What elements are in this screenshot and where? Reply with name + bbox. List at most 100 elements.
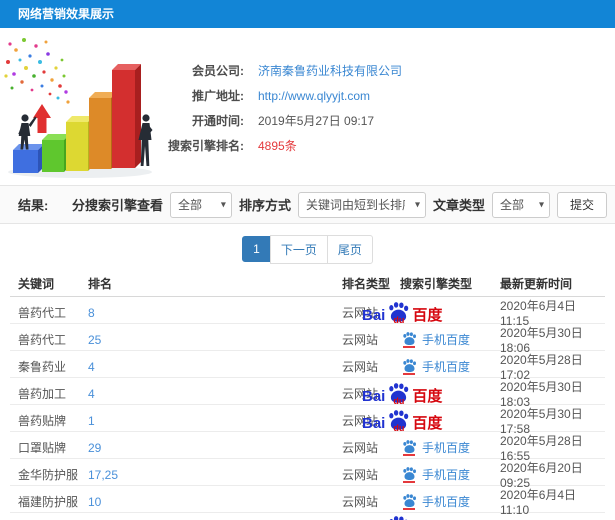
info-row: 搜索引擎排名: 4895条: [158, 133, 605, 158]
mobile-baidu-paw-icon: [402, 332, 417, 348]
column-header: 关键词: [18, 277, 55, 291]
info-value-link[interactable]: 济南秦鲁药业科技有限公司: [258, 62, 402, 79]
rank-link[interactable]: 29: [88, 441, 342, 455]
info-value: 4895条: [258, 139, 297, 153]
baidu-paw-icon: du: [386, 410, 411, 433]
mobile-baidu-label: 手机百度: [422, 333, 471, 347]
rank-link[interactable]: 1: [88, 414, 342, 428]
bar-red: [112, 64, 141, 168]
table-row: 兽药代工 25 云网站 手机百度 2020年5月30日 18:06: [10, 324, 605, 355]
sort-select[interactable]: 关键词由短到长排序: [297, 191, 426, 218]
column-header: 最新更新时间: [500, 277, 573, 291]
baidu-logo: Bai du 百度: [362, 302, 443, 325]
mobile-baidu-label: 手机百度: [422, 360, 471, 374]
info-row: 开通时间: 2019年5月27日 09:17: [158, 108, 605, 133]
column-header: 排名: [88, 277, 113, 291]
info-value-link[interactable]: http://www.qlyyjt.com: [258, 89, 370, 103]
results-table: 关键词 排名 排名类型 搜索引擎类型 最新更新时间 兽药代工 8 云网站 Bai du …: [10, 271, 605, 520]
article-select-wrap: 全部: [491, 191, 550, 218]
table-row: 福建防护服 10 云网站 手机百度 2020年6月4日 11:10: [10, 486, 605, 517]
baidu-logo-bai-text: Bai: [362, 415, 386, 432]
pager-item[interactable]: 尾页: [326, 234, 373, 264]
info-label: 推广地址:: [192, 89, 244, 103]
mobile-baidu-paw-icon: [402, 494, 417, 510]
article-select[interactable]: 全部: [491, 191, 550, 218]
keyword-cell: 口罩贴牌: [18, 441, 67, 455]
sort-filter-label: 排序方式: [238, 198, 291, 213]
engine-filter-label: 分搜索引擎查看: [71, 198, 163, 213]
article-filter-label: 文章类型: [432, 198, 485, 213]
baidu-logo-cn-text: 百度: [412, 415, 443, 432]
mobile-baidu-label: 手机百度: [422, 495, 471, 509]
rank-type-cell: 云网站: [342, 441, 379, 455]
table-row: 金华防护服 17,25 云网站 手机百度 2020年6月20日 09:25: [10, 459, 605, 490]
keyword-cell: 秦鲁药业: [18, 360, 67, 374]
search-engine-cell: Bai du 百度: [389, 513, 500, 520]
submit-button[interactable]: 提交: [556, 191, 607, 218]
keyword-cell: 兽药加工: [18, 387, 67, 401]
account-info-list: 会员公司: 济南秦鲁药业科技有限公司 推广地址: http://www.qlyy…: [158, 58, 605, 158]
rank-type-cell: 云网站: [342, 468, 379, 482]
rank-type-cell: 云网站: [342, 333, 379, 347]
table-row: 兽药加工 4 云网站 Bai du 百度 2020年5月30日 18:03: [10, 378, 605, 409]
keyword-cell: 金华防护服: [18, 468, 79, 482]
table-row: 兽药代工 8 云网站 Bai du 百度 2020年6月4日 11:15: [10, 297, 605, 328]
rank-link[interactable]: 8: [88, 306, 342, 320]
keyword-cell: 兽药代工: [18, 333, 67, 347]
promo-bar-chart-image: [4, 38, 153, 178]
table-body: 兽药代工 8 云网站 Bai du 百度 2020年6月4日 11:15 兽药代…: [10, 297, 605, 520]
baidu-logo: Bai du 百度: [362, 383, 443, 406]
table-header-row: 关键词 排名 排名类型 搜索引擎类型 最新更新时间: [10, 271, 605, 297]
keyword-cell: 福建防护服: [18, 495, 79, 509]
sort-select-wrap: 关键词由短到长排序: [297, 191, 426, 218]
pager-item[interactable]: 下一页: [269, 234, 328, 264]
mobile-baidu-label: 手机百度: [422, 441, 471, 455]
rank-type-cell: 云网站: [342, 360, 379, 374]
engine-select-wrap: 全部: [169, 191, 232, 218]
page: 网络营销效果展示 会员公司: 济南秦鲁药业科技有限公司 推广地址: http:/…: [0, 0, 615, 520]
baidu-paw-icon: du: [386, 383, 411, 406]
baidu-logo: Bai du 百度: [362, 515, 442, 520]
info-value: 2019年5月27日 09:17: [258, 114, 375, 128]
rank-link[interactable]: 17,25: [88, 468, 342, 482]
baidu-logo-bai-text: Bai: [362, 388, 386, 405]
page-title: 网络营销效果展示: [18, 7, 115, 21]
engine-select[interactable]: 全部: [169, 191, 232, 218]
baidu-paw-icon: du: [386, 302, 411, 325]
rank-link[interactable]: 25: [88, 333, 342, 347]
pagination: 1 下一页 尾页: [0, 224, 615, 271]
info-label: 会员公司:: [192, 64, 244, 78]
keyword-cell: 兽药贴牌: [18, 414, 67, 428]
info-label: 开通时间:: [192, 114, 244, 128]
rank-link[interactable]: 10: [88, 495, 342, 509]
account-info-section: 会员公司: 济南秦鲁药业科技有限公司 推广地址: http://www.qlyy…: [0, 28, 615, 185]
rank-link[interactable]: 4: [88, 360, 342, 374]
rank-link[interactable]: 4: [88, 387, 342, 401]
confetti-dots: [4, 38, 70, 104]
filter-bar: 结果: 分搜索引擎查看 全部 排序方式 关键词由短到长排序 文章类型 全部 提交: [0, 185, 615, 224]
pager-current-page[interactable]: 1: [242, 236, 271, 262]
mobile-baidu-paw-icon: [402, 440, 417, 456]
table-row: 兽药贴牌 1 云网站 Bai du 百度 2020年5月30日 17:58: [10, 405, 605, 436]
keyword-cell: 兽药代工: [18, 306, 67, 320]
mobile-baidu-logo: 手机百度: [402, 358, 470, 375]
baidu-logo: Bai du 百度: [362, 410, 443, 433]
update-time-cell: 2020年6月4日 11:10: [500, 488, 577, 517]
info-row: 推广地址: http://www.qlyyjt.com: [158, 83, 605, 108]
window-titlebar: 网络营销效果展示: [0, 0, 615, 28]
mobile-baidu-logo: 手机百度: [402, 439, 470, 456]
baidu-paw-icon: du: [386, 515, 411, 520]
baidu-logo-bai-text: Bai: [362, 307, 386, 324]
column-header: 搜索引擎类型: [400, 277, 473, 291]
baidu-logo-cn-text: 百度: [412, 307, 443, 324]
table-row: 秦鲁药业 4 云网站 手机百度 2020年5月28日 17:02: [10, 351, 605, 382]
mobile-baidu-logo: 手机百度: [402, 493, 470, 510]
info-label: 搜索引擎排名:: [168, 139, 244, 153]
mobile-baidu-logo: 手机百度: [402, 331, 470, 348]
info-row: 会员公司: 济南秦鲁药业科技有限公司: [158, 58, 605, 83]
baidu-logo-cn-text: 百度: [412, 388, 443, 405]
bar-blue: [13, 144, 44, 173]
filter-controls: 分搜索引擎查看 全部 排序方式 关键词由短到长排序 文章类型 全部 提交: [71, 191, 607, 218]
mobile-baidu-paw-icon: [402, 359, 417, 375]
mobile-baidu-logo: 手机百度: [402, 466, 470, 483]
